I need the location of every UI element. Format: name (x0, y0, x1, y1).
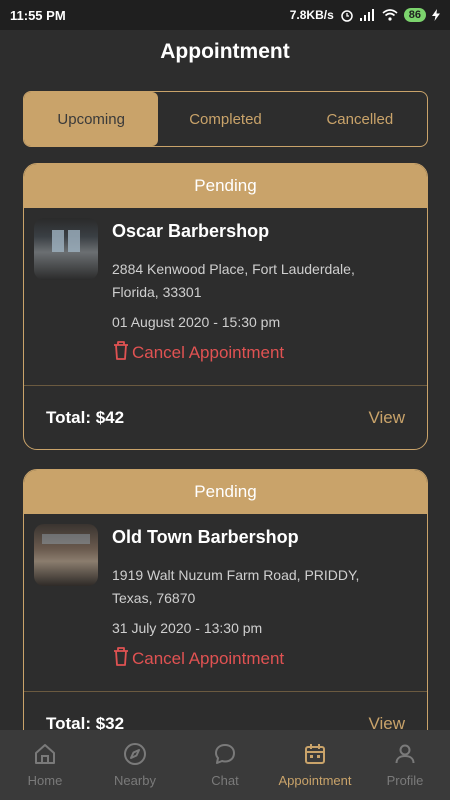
appointment-card: Pending Old Town Barbershop 1919 Walt Nu… (23, 469, 428, 756)
cancel-appointment-button[interactable]: Cancel Appointment (112, 646, 417, 671)
appointment-tabs: Upcoming Completed Cancelled (23, 91, 428, 147)
charging-icon (432, 9, 440, 21)
appointment-datetime: 31 July 2020 - 13:30 pm (112, 620, 263, 636)
address-line: 2884 Kenwood Place, Fort Lauderdale, (112, 261, 355, 277)
nav-chat[interactable]: Chat (180, 730, 270, 800)
calendar-icon (303, 742, 327, 773)
status-time: 11:55 PM (10, 7, 66, 23)
bottom-nav: Home Nearby Chat Appointment Profile (0, 730, 450, 800)
nav-appointment[interactable]: Appointment (270, 730, 360, 800)
address-line: Texas, 76870 (112, 590, 196, 606)
nav-label: Appointment (278, 773, 352, 788)
view-button[interactable]: View (368, 408, 405, 428)
trash-icon (112, 646, 132, 671)
status-badge: Pending (24, 470, 427, 514)
page-title: Appointment (160, 40, 290, 63)
user-icon (393, 742, 417, 773)
cancel-label: Cancel Appointment (132, 342, 285, 362)
tab-upcoming[interactable]: Upcoming (24, 92, 159, 146)
cancel-appointment-button[interactable]: Cancel Appointment (112, 340, 417, 365)
nav-label: Home (27, 773, 63, 788)
signal-icon (359, 9, 376, 21)
shop-name: Old Town Barbershop (112, 527, 299, 547)
status-indicators: 7.8KB/s 86 (290, 8, 440, 22)
compass-icon (123, 742, 147, 773)
wifi-icon (382, 9, 398, 21)
appointment-card: Pending Oscar Barbershop 2884 Kenwood Pl… (23, 163, 428, 450)
nav-home[interactable]: Home (0, 730, 90, 800)
shop-image (34, 218, 98, 280)
network-speed: 7.8KB/s (289, 8, 334, 22)
nav-label: Nearby (114, 773, 156, 788)
cancel-label: Cancel Appointment (132, 648, 285, 668)
appointment-list: Pending Oscar Barbershop 2884 Kenwood Pl… (23, 163, 428, 775)
appointment-datetime: 01 August 2020 - 15:30 pm (112, 314, 281, 330)
alarm-icon (340, 8, 354, 22)
status-bar: 11:55 PM 7.8KB/s 86 (0, 0, 450, 30)
nav-label: Profile (386, 773, 424, 788)
shop-address: 2884 Kenwood Place, Fort Lauderdale, Flo… (112, 258, 417, 304)
address-line: Florida, 33301 (112, 284, 202, 300)
tab-cancelled[interactable]: Cancelled (293, 92, 427, 146)
shop-image (34, 524, 98, 586)
trash-icon (112, 340, 132, 365)
home-icon (33, 742, 57, 773)
status-badge: Pending (24, 164, 427, 208)
nav-nearby[interactable]: Nearby (90, 730, 180, 800)
chat-icon (213, 742, 237, 773)
nav-profile[interactable]: Profile (360, 730, 450, 800)
card-footer: Total: $42 View (24, 385, 427, 449)
shop-name: Oscar Barbershop (112, 221, 270, 241)
total-price: Total: $42 (46, 407, 125, 427)
tab-completed[interactable]: Completed (158, 92, 292, 146)
battery-level: 86 (403, 8, 426, 22)
address-line: 1919 Walt Nuzum Farm Road, PRIDDY, (112, 567, 360, 583)
shop-address: 1919 Walt Nuzum Farm Road, PRIDDY, Texas… (112, 564, 417, 610)
nav-label: Chat (211, 773, 239, 788)
